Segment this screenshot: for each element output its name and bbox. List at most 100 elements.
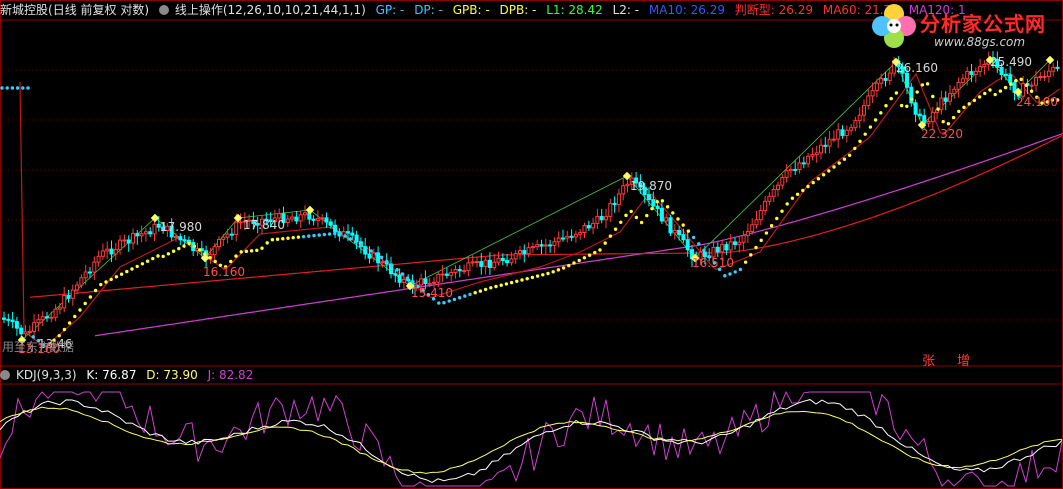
signal-dot [197, 248, 202, 252]
signal-dot [811, 180, 815, 185]
signal-dot [598, 248, 602, 252]
settings-icon[interactable] [158, 5, 169, 15]
signal-dot [317, 233, 321, 237]
candle-body [479, 261, 484, 267]
candle-body [315, 218, 320, 221]
kdj-label[interactable]: KDJ(9,3,3) [16, 368, 77, 382]
candle-body [346, 231, 350, 234]
candle-body [500, 257, 505, 262]
candle-body [913, 102, 918, 115]
signal-dots [0, 77, 1060, 347]
signal-dot [879, 111, 883, 115]
signal-dot [905, 104, 909, 108]
signal-dot [166, 252, 171, 256]
candle-body [819, 144, 823, 154]
signal-dot [468, 292, 472, 297]
candle-body [320, 217, 325, 220]
candle-body [973, 70, 978, 75]
candle-body [956, 81, 961, 90]
signal-dot [15, 86, 20, 90]
candle-body [668, 217, 673, 234]
candle-body [229, 233, 234, 236]
candle-body [444, 273, 449, 276]
signal-dot [338, 231, 342, 235]
signal-dot [145, 259, 150, 263]
signal-dot [5, 86, 9, 90]
signal-dot [182, 244, 186, 248]
signal-dot [359, 243, 363, 247]
candle-body [960, 78, 965, 83]
signal-dot [442, 301, 446, 305]
signal-dot [255, 248, 259, 253]
indicator-name[interactable]: 线上操作(12,26,10,10,21,44,1,1) [175, 3, 366, 17]
candle-body [96, 255, 101, 263]
candle-body [453, 269, 458, 273]
signal-dot [390, 263, 394, 268]
signal-dot [281, 237, 285, 241]
dp-value: DP: - [414, 3, 443, 17]
candle-body [79, 277, 84, 286]
candle-body [978, 66, 983, 72]
signal-dot [379, 255, 384, 259]
kdj-settings-icon[interactable] [0, 370, 10, 380]
candle-body [733, 241, 737, 246]
signal-dot [790, 196, 795, 200]
signal-dot [400, 272, 405, 276]
signal-dot [301, 234, 306, 239]
signal-dot [322, 232, 327, 237]
signal-dot [894, 91, 899, 95]
signal-dot [437, 301, 441, 305]
candle-body [2, 317, 6, 320]
signal-dot [83, 301, 87, 306]
candle-body [887, 72, 892, 81]
signal-dot [967, 102, 971, 106]
candle-body [612, 203, 617, 206]
candle-body [238, 221, 243, 224]
signal-dot [270, 238, 275, 242]
signal-dot [801, 188, 805, 193]
candle-body [350, 232, 355, 236]
stock-name[interactable]: 新城控股 [0, 3, 48, 17]
candle-body [40, 316, 45, 321]
candle-body [741, 235, 746, 243]
kdj-k: K: 76.87 [86, 368, 137, 382]
candle-body [419, 278, 424, 286]
candle-body [543, 244, 548, 247]
signal-dot [556, 268, 561, 272]
logo-url[interactable]: www.88gs.com [934, 35, 1025, 49]
signal-dot [260, 246, 264, 250]
candle-body [1038, 76, 1043, 79]
candle-body [883, 77, 888, 81]
candle-body [604, 216, 608, 221]
chart-canvas[interactable]: 17.980 17.840 16.160 15.410 19.870 16.51… [0, 0, 1063, 489]
candle-body [70, 289, 75, 299]
candle-body [771, 188, 776, 197]
candle-body [221, 236, 226, 240]
candle-body [518, 250, 522, 255]
signal-dot [946, 122, 951, 126]
signal-dot [567, 263, 571, 268]
signal-dot [192, 244, 197, 248]
candle-body [930, 111, 935, 123]
candle-body [178, 236, 183, 241]
signal-dot [639, 220, 644, 225]
signal-dot [343, 234, 347, 238]
candle-body [917, 113, 922, 117]
candle-body [866, 95, 871, 107]
candle-body [462, 270, 467, 273]
candle-body [659, 208, 664, 222]
candle-body [573, 233, 578, 238]
candle-body [943, 97, 948, 102]
signal-dot [884, 103, 888, 108]
candle-body [436, 273, 441, 283]
signal-dot [187, 241, 191, 246]
signal-dot [785, 202, 789, 206]
signal-dot [494, 284, 498, 289]
candle-body [655, 205, 660, 210]
candle-body [62, 295, 67, 309]
ma60-line [29, 134, 1063, 298]
signal-dot [608, 234, 613, 238]
candle-body [49, 316, 54, 319]
chart-header: 新城控股(日线 前复权 对数) 线上操作(12,26,10,10,21,44,1… [0, 2, 972, 18]
signal-dot [275, 237, 280, 241]
